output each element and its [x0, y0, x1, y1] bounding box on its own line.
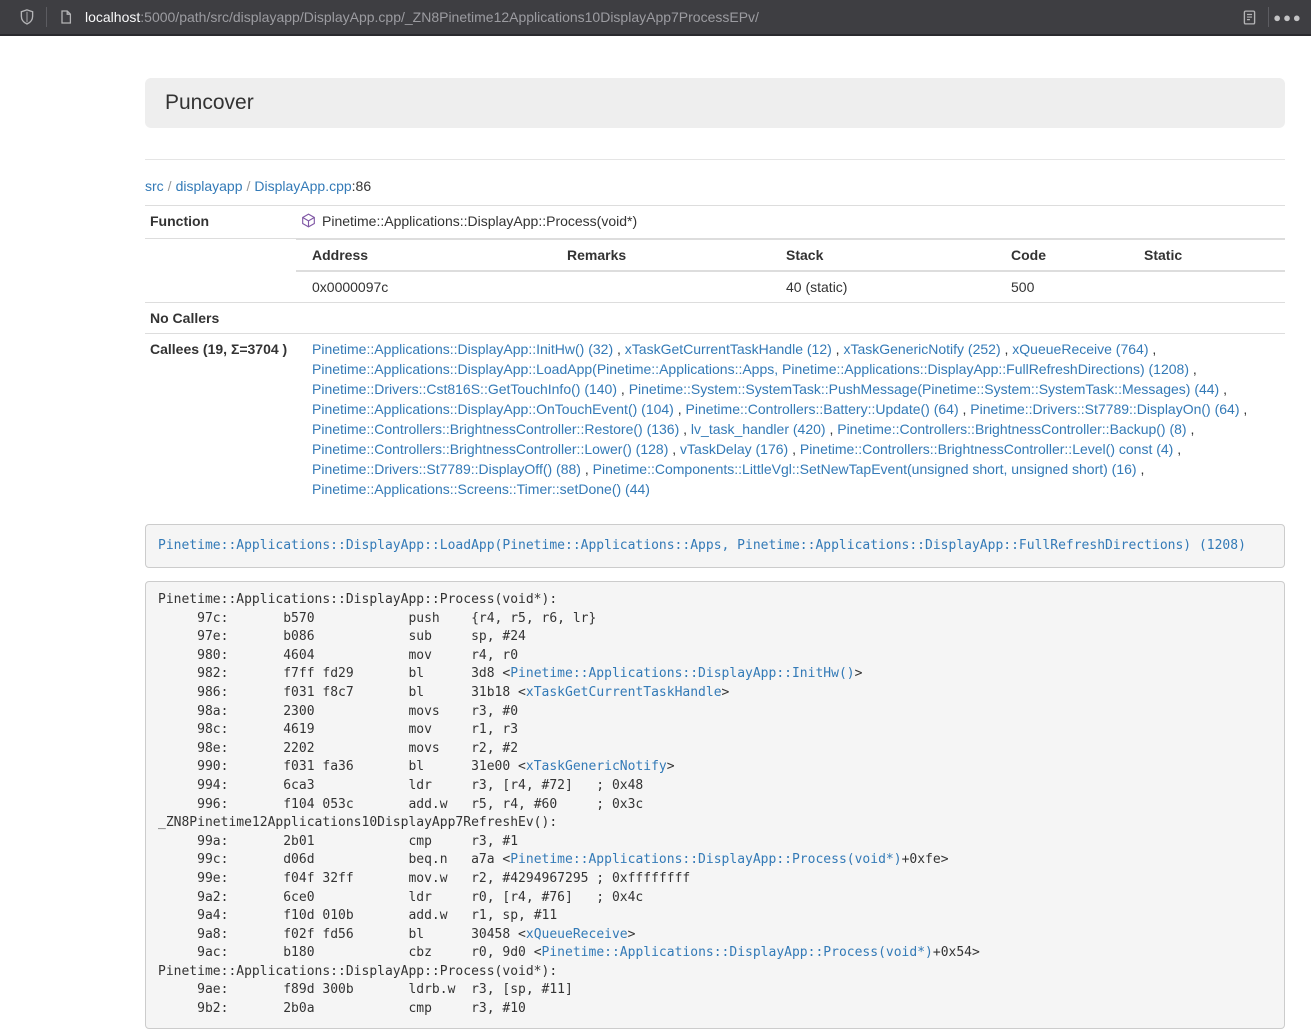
breadcrumb-separator: / — [243, 178, 255, 194]
col-remarks: Remarks — [551, 240, 770, 272]
browser-toolbar: localhost:5000/path/src/displayapp/Displ… — [0, 0, 1311, 36]
asm-symbol-link[interactable]: Pinetime::Applications::DisplayApp::Proc… — [510, 852, 901, 867]
callee-link[interactable]: Pinetime::Controllers::BrightnessControl… — [312, 421, 679, 437]
code-value: 500 — [995, 271, 1128, 302]
stack-value: 40 (static) — [770, 271, 995, 302]
static-value — [1128, 271, 1285, 302]
callees-list: Pinetime::Applications::DisplayApp::Init… — [296, 334, 1285, 505]
function-label: Function — [145, 206, 296, 239]
callee-link[interactable]: Pinetime::Drivers::Cst816S::GetTouchInfo… — [312, 381, 617, 397]
toolbar-divider — [1268, 7, 1269, 27]
breadcrumb-link[interactable]: displayapp — [176, 178, 243, 194]
col-address: Address — [296, 240, 551, 272]
page-container: Puncover src/displayapp/DisplayApp.cpp:8… — [145, 78, 1285, 1029]
package-icon — [301, 213, 316, 233]
breadcrumb-separator: / — [164, 178, 176, 194]
callees-label: Callees (19, Σ=3704 ) — [145, 334, 296, 505]
toolbar-divider — [46, 7, 47, 27]
callee-link[interactable]: lv_task_handler (420) — [691, 421, 826, 437]
callee-link[interactable]: Pinetime::System::SystemTask::PushMessag… — [629, 381, 1220, 397]
page-title-box: Puncover — [145, 78, 1285, 128]
callee-link[interactable]: Pinetime::Applications::DisplayApp::OnTo… — [312, 401, 674, 417]
no-callers-row: No Callers — [145, 303, 1285, 334]
no-callers-label: No Callers — [145, 303, 296, 334]
callee-link[interactable]: Pinetime::Drivers::St7789::DisplayOn() (… — [970, 401, 1239, 417]
callee-link[interactable]: Pinetime::Applications::Screens::Timer::… — [312, 481, 650, 497]
remarks-value — [551, 271, 770, 302]
callee-link[interactable]: Pinetime::Applications::DisplayApp::Init… — [312, 341, 613, 357]
divider — [145, 159, 1285, 160]
metrics-value-row: 0x0000097c 40 (static) 500 — [296, 271, 1285, 302]
function-row: Function Pinetime::Applications::Display… — [145, 206, 1285, 239]
breadcrumb-link[interactable]: DisplayApp.cpp — [254, 178, 351, 194]
callee-link[interactable]: vTaskDelay (176) — [680, 441, 788, 457]
url-path: :5000/path/src/displayapp/DisplayApp.cpp… — [140, 9, 759, 25]
asm-symbol-link[interactable]: xQueueReceive — [526, 927, 628, 942]
breadcrumb-line-number: :86 — [352, 178, 371, 194]
address-value: 0x0000097c — [296, 271, 551, 302]
asm-symbol-link[interactable]: xTaskGetCurrentTaskHandle — [526, 685, 722, 700]
col-code: Code — [995, 240, 1128, 272]
selected-callee-block: Pinetime::Applications::DisplayApp::Load… — [145, 524, 1285, 568]
function-info-table: Function Pinetime::Applications::Display… — [145, 205, 1285, 504]
selected-callee-link[interactable]: Pinetime::Applications::DisplayApp::Load… — [158, 538, 1246, 553]
url-bar[interactable]: localhost:5000/path/src/displayapp/Displ… — [79, 3, 1236, 31]
callee-link[interactable]: Pinetime::Controllers::BrightnessControl… — [837, 421, 1186, 437]
page-info-icon[interactable] — [53, 4, 79, 30]
callee-link[interactable]: xQueueReceive (764) — [1012, 341, 1148, 357]
reader-view-icon[interactable] — [1236, 4, 1262, 30]
callee-link[interactable]: xTaskGetCurrentTaskHandle (12) — [625, 341, 832, 357]
asm-symbol-link[interactable]: xTaskGenericNotify — [526, 759, 667, 774]
asm-symbol-link[interactable]: Pinetime::Applications::DisplayApp::Proc… — [542, 945, 933, 960]
asm-symbol-link[interactable]: Pinetime::Applications::DisplayApp::Init… — [510, 666, 854, 681]
callees-row: Callees (19, Σ=3704 ) Pinetime::Applicat… — [145, 334, 1285, 505]
tracking-protection-shield-icon[interactable] — [14, 4, 40, 30]
callee-link[interactable]: Pinetime::Applications::DisplayApp::Load… — [312, 361, 1189, 377]
page-title: Puncover — [165, 91, 254, 114]
disassembly-block: Pinetime::Applications::DisplayApp::Proc… — [145, 581, 1285, 1029]
more-actions-icon[interactable]: ●●● — [1275, 4, 1301, 30]
callee-link[interactable]: Pinetime::Controllers::BrightnessControl… — [312, 441, 668, 457]
callee-link[interactable]: Pinetime::Drivers::St7789::DisplayOff() … — [312, 461, 581, 477]
col-stack: Stack — [770, 240, 995, 272]
metrics-row: Address Remarks Stack Code Static 0x0000… — [145, 239, 1285, 303]
breadcrumb: src/displayapp/DisplayApp.cpp:86 — [145, 178, 1285, 194]
col-static: Static — [1128, 240, 1285, 272]
function-name: Pinetime::Applications::DisplayApp::Proc… — [322, 213, 637, 229]
url-host: localhost — [85, 9, 140, 25]
callee-link[interactable]: Pinetime::Controllers::BrightnessControl… — [800, 441, 1173, 457]
metrics-table: Address Remarks Stack Code Static 0x0000… — [296, 239, 1285, 302]
callee-link[interactable]: Pinetime::Components::LittleVgl::SetNewT… — [593, 461, 1137, 477]
breadcrumb-link[interactable]: src — [145, 178, 164, 194]
metrics-header-row: Address Remarks Stack Code Static — [296, 240, 1285, 272]
callee-link[interactable]: xTaskGenericNotify (252) — [843, 341, 1000, 357]
callee-link[interactable]: Pinetime::Controllers::Battery::Update()… — [686, 401, 959, 417]
